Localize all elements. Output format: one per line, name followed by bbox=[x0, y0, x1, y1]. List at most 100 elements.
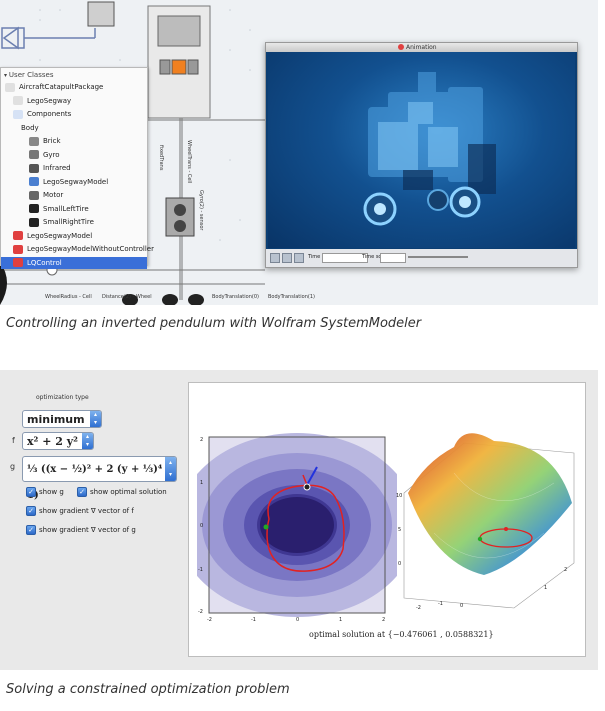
plot-output-frame: -2 -1 0 1 2 2 1 0 -1 -2 10 5 0 -2 -1 0 1… bbox=[188, 382, 586, 657]
z-tick-label: 5 bbox=[398, 527, 401, 533]
stop-button[interactable] bbox=[294, 253, 304, 263]
gyro-icon bbox=[29, 150, 39, 159]
tree-item-label: SmallRightTire bbox=[43, 218, 94, 226]
time-scale-field[interactable] bbox=[380, 253, 406, 263]
x-tick-label: 2 bbox=[564, 567, 567, 573]
x-tick-label: 2 bbox=[382, 617, 385, 623]
chevron-updown-icon[interactable]: ▴ ▾ bbox=[90, 411, 101, 427]
segway-robot-render bbox=[363, 72, 496, 226]
tree-item[interactable]: LegoSegwayModel bbox=[29, 176, 108, 188]
tree-item[interactable]: Motor bbox=[29, 189, 63, 201]
x-tick-label: -1 bbox=[438, 601, 443, 607]
tree-item-label: Brick bbox=[43, 137, 61, 145]
lego-brick-button-right bbox=[187, 59, 199, 75]
g-function-popup[interactable]: ⅓ ((x − ½)² + 2 (y + ⅓)⁴ − 1) ▴▾ bbox=[22, 456, 177, 501]
tree-item[interactable]: AircraftCatapultPackage bbox=[5, 81, 103, 93]
y-tick-label: 0 bbox=[200, 523, 203, 529]
optimal-point bbox=[303, 483, 311, 491]
tree-header[interactable]: ▾ User Classes bbox=[4, 69, 53, 81]
motor-icon bbox=[29, 190, 39, 200]
x-tick-label: -2 bbox=[416, 605, 421, 611]
connector-block bbox=[87, 1, 115, 27]
x-tick-label: -1 bbox=[251, 617, 256, 623]
vertical-label: WheelTrans - Cell bbox=[186, 140, 192, 184]
window-titlebar[interactable]: Animation bbox=[266, 43, 577, 52]
diagram-label: BodyTranslation(1) bbox=[268, 294, 315, 300]
y-tick-label: 2 bbox=[200, 437, 203, 443]
y-tick-label: -1 bbox=[198, 567, 203, 573]
model-icon bbox=[29, 177, 39, 186]
lego-brick-screen bbox=[157, 15, 201, 47]
checkmark-icon[interactable]: ✓ bbox=[26, 506, 36, 516]
connector-arrow-head bbox=[2, 26, 19, 50]
surface-plot-3d: 10 5 0 -2 -1 0 1 2 bbox=[396, 433, 575, 611]
window-title: Animation bbox=[406, 44, 437, 51]
lego-brick-button-left bbox=[159, 59, 171, 75]
model-icon bbox=[13, 231, 23, 240]
tree-item-label: LegoSegway bbox=[27, 96, 72, 105]
checkmark-icon[interactable]: ✓ bbox=[26, 487, 36, 497]
x-tick-label: -2 bbox=[207, 617, 212, 623]
class-browser-panel[interactable]: ▾ User Classes AircraftCatapultPackage Le… bbox=[0, 67, 154, 269]
tree-item[interactable]: LegoSegwayModel bbox=[13, 230, 92, 242]
show-gradient-g-checkbox[interactable]: ✓ show gradient ∇ vector of g bbox=[26, 525, 136, 536]
show-optimal-solution-checkbox[interactable]: ✓ show optimal solution bbox=[77, 487, 167, 498]
systemmodeler-screenshot: WheelTrans - Cell fixedTrans Gyro(2) - s… bbox=[0, 0, 598, 305]
optimization-type-value: minimum bbox=[27, 413, 85, 426]
tree-item[interactable]: Infrared bbox=[29, 162, 71, 174]
checkmark-icon[interactable]: ✓ bbox=[77, 487, 87, 497]
f-function-popup[interactable]: x² + 2 y² ▴ ▾ bbox=[22, 432, 94, 450]
brick-icon bbox=[29, 136, 39, 146]
diagram-label: Distance(2) - Wheel bbox=[102, 294, 152, 300]
tree-item-label: Components bbox=[27, 110, 72, 118]
chevron-updown-icon[interactable]: ▴ ▾ bbox=[165, 457, 176, 481]
chevron-updown-icon[interactable]: ▴ ▾ bbox=[82, 433, 93, 449]
minimum-point bbox=[263, 524, 269, 530]
3d-viewport[interactable] bbox=[268, 52, 575, 248]
checkmark-icon[interactable]: ✓ bbox=[26, 525, 36, 535]
wheel-joint bbox=[174, 204, 186, 216]
tree-item[interactable]: LegoSegwayModelWithoutController bbox=[13, 243, 154, 255]
tree-item-label: Body bbox=[21, 123, 39, 132]
show-gradient-f-checkbox[interactable]: ✓ show gradient ∇ vector of f bbox=[26, 506, 134, 517]
animation-window[interactable]: Animation Time Time scale bbox=[265, 42, 578, 268]
show-g-checkbox[interactable]: ✓ show g bbox=[26, 487, 64, 498]
x-tick-label: 0 bbox=[460, 603, 463, 609]
contour-plot: -2 -1 0 1 2 2 1 0 -1 -2 bbox=[197, 433, 397, 623]
playback-toolbar: Time Time scale bbox=[266, 249, 577, 267]
optimization-manipulate-screenshot: optimization type minimum ▴ ▾ f x² + 2 y²… bbox=[0, 370, 598, 670]
model-icon bbox=[13, 244, 23, 254]
optimal-solution-readout: optimal solution at {−0.476061 , 0.05883… bbox=[309, 630, 494, 639]
mass-block bbox=[162, 294, 178, 305]
y-tick-label: 1 bbox=[200, 480, 203, 486]
package-icon bbox=[13, 96, 23, 105]
close-icon[interactable] bbox=[398, 44, 404, 50]
tree-item[interactable]: Components bbox=[13, 108, 71, 120]
x-tick-label: 1 bbox=[339, 617, 342, 623]
speed-slider[interactable] bbox=[408, 256, 468, 258]
tree-item[interactable]: Brick bbox=[29, 135, 61, 147]
optimization-type-popup[interactable]: minimum ▴ ▾ bbox=[22, 410, 102, 428]
tree-item-label: SmallLeftTire bbox=[43, 204, 89, 213]
tree-item-label: LegoSegwayModelWithoutController bbox=[27, 245, 154, 253]
tree-item[interactable]: LegoSegway bbox=[13, 95, 71, 107]
wheel-joint bbox=[174, 220, 186, 232]
optimal-point-3d bbox=[504, 527, 508, 531]
surface-mesh bbox=[408, 433, 572, 575]
folder-icon bbox=[13, 109, 23, 119]
optimization-type-label: optimization type bbox=[36, 394, 89, 401]
tree-item-label: Infrared bbox=[43, 164, 71, 172]
time-label: Time bbox=[308, 254, 321, 260]
caption-top: Controlling an inverted pendulum with Wo… bbox=[6, 316, 422, 331]
mass-block bbox=[188, 294, 204, 305]
tree-item[interactable]: SmallLeftTire bbox=[29, 203, 89, 215]
pause-button[interactable] bbox=[282, 253, 292, 263]
lego-brick-button bbox=[171, 59, 187, 75]
tree-item[interactable]: LQControl bbox=[1, 256, 147, 269]
play-button[interactable] bbox=[270, 253, 280, 263]
tree-item[interactable]: SmallRightTire bbox=[29, 216, 94, 228]
f-function-value: x² + 2 y² bbox=[27, 435, 78, 448]
tree-item[interactable]: Gyro bbox=[29, 149, 60, 161]
tree-item[interactable]: Body bbox=[21, 122, 39, 134]
tree-item-label: AircraftCatapultPackage bbox=[19, 83, 104, 91]
